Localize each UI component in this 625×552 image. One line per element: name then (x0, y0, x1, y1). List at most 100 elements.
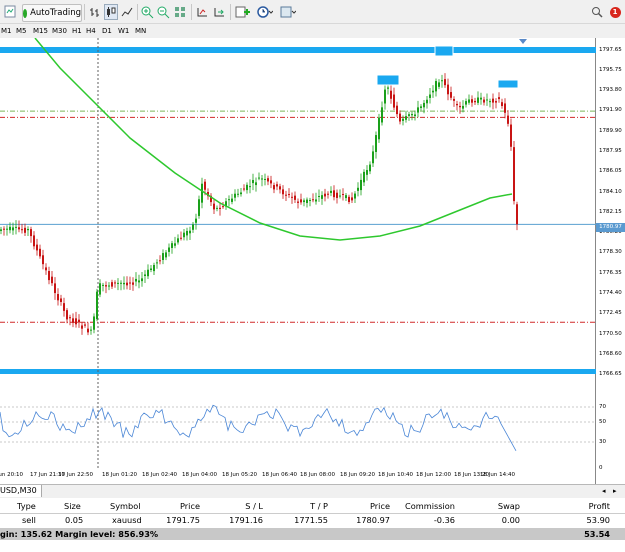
candle-body (282, 189, 284, 195)
candle-body (390, 90, 392, 99)
templates-icon[interactable] (279, 4, 297, 20)
tile-windows-icon[interactable] (173, 4, 187, 20)
time-tick-label: 18 Jun 02:40 (142, 472, 177, 478)
price-axis: 1797.65 1795.75 1793.80 1791.90 1789.90 1787.… (596, 38, 625, 484)
notification-icon[interactable]: 1 (609, 4, 621, 20)
candle-body (144, 274, 146, 277)
header-type[interactable]: Type (17, 501, 36, 512)
candle-body (354, 193, 356, 199)
auto-scroll-icon[interactable] (212, 4, 226, 20)
candle-body (360, 179, 362, 191)
candle-body (399, 113, 401, 122)
rsi-tick-label: 0 (599, 465, 603, 471)
candle-body (459, 105, 461, 108)
periods-icon[interactable] (256, 4, 274, 20)
zoom-out-icon[interactable] (156, 4, 170, 20)
candle-body (453, 98, 455, 101)
candle-body (81, 325, 83, 329)
timeframe-m1[interactable]: M1 (1, 26, 12, 36)
time-tick-label: 18 Jun 14:40 (480, 472, 515, 478)
header-symbol[interactable]: Symbol (110, 501, 141, 512)
header-current-price[interactable]: Price (340, 501, 390, 512)
header-price[interactable]: Price (150, 501, 200, 512)
header-tp[interactable]: T / P (280, 501, 328, 512)
candle-body (54, 283, 56, 294)
candle-body (21, 229, 23, 231)
candle-body (87, 328, 89, 333)
time-tick-label: 18 Jun 05:20 (222, 472, 257, 478)
header-size[interactable]: Size (64, 501, 81, 512)
candle-body (51, 276, 53, 284)
candle-body (228, 199, 230, 201)
header-swap[interactable]: Swap (480, 501, 520, 512)
candle-body (420, 106, 422, 108)
autotrading-button[interactable]: AutoTrading (22, 4, 82, 22)
order-row[interactable]: sell 0.05 xauusd 1791.75 1791.16 1771.55… (0, 515, 625, 526)
candle-body (402, 118, 404, 121)
rsi-tick-label: 50 (599, 419, 606, 425)
candle-body (165, 252, 167, 258)
candle-body (153, 264, 155, 272)
time-tick-label: 18 Jun 01:20 (102, 472, 137, 478)
candle-body (516, 204, 518, 225)
candle-body (291, 196, 293, 198)
candle-body (243, 188, 245, 190)
header-commission[interactable]: Commission (395, 501, 455, 512)
candle-body (18, 227, 20, 230)
candle-body (339, 195, 341, 197)
candle-body (126, 282, 128, 286)
candle-body (333, 190, 335, 198)
candle-body (369, 164, 371, 172)
header-sl[interactable]: S / L (215, 501, 263, 512)
new-chart-icon[interactable] (3, 4, 19, 20)
timeframe-h4[interactable]: H4 (86, 26, 96, 36)
candle-body (159, 260, 161, 262)
tab-scroll-left-icon[interactable]: ◂ (602, 487, 606, 495)
tab-scroll-right-icon[interactable]: ▸ (613, 487, 617, 495)
header-profit[interactable]: Profit (560, 501, 610, 512)
price-chart[interactable] (0, 38, 596, 484)
notification-count: 1 (609, 6, 621, 18)
timeframe-h1[interactable]: H1 (72, 26, 82, 36)
timeframe-mn[interactable]: MN (135, 26, 146, 36)
candlestick-icon[interactable] (104, 4, 118, 20)
indicators-icon[interactable] (234, 4, 252, 20)
candle-body (468, 99, 470, 103)
candle-body (252, 179, 254, 184)
candle-body (3, 228, 5, 230)
rsi-line (0, 404, 517, 451)
price-tick-label: 1782.15 (599, 209, 622, 215)
order-tp: 1771.55 (294, 515, 328, 525)
candle-body (501, 102, 503, 107)
candle-body (366, 170, 368, 175)
candle-body (63, 303, 65, 311)
line-chart-icon[interactable] (120, 4, 134, 20)
chart-tab-active[interactable]: USD,M30 (0, 485, 42, 497)
candle-body (123, 282, 125, 285)
candle-body (330, 190, 332, 193)
rsi-tick-label: 30 (599, 439, 606, 445)
chart-shift-icon[interactable] (195, 4, 209, 20)
candle-body (264, 178, 266, 180)
timeframe-d1[interactable]: D1 (102, 26, 112, 36)
candle-body (336, 192, 338, 198)
search-icon[interactable] (590, 4, 604, 20)
timeframe-w1[interactable]: W1 (118, 26, 129, 36)
candle-body (303, 200, 305, 203)
zoom-in-icon[interactable] (140, 4, 154, 20)
timeframe-m30[interactable]: M30 (52, 26, 67, 36)
candle-body (435, 81, 437, 92)
candle-body (348, 196, 350, 203)
candle-body (189, 230, 191, 234)
main-toolbar: AutoTrading 1 (0, 0, 625, 24)
time-tick-label: 18 Jun 06:40 (262, 472, 297, 478)
candle-body (138, 280, 140, 283)
candle-body (147, 269, 149, 277)
chart-shift-marker[interactable] (519, 39, 527, 44)
candle-body (441, 80, 443, 82)
candle-body (462, 105, 464, 109)
price-tick-label: 1791.90 (599, 107, 622, 114)
timeframe-m15[interactable]: M15 (33, 26, 48, 36)
bar-chart-icon[interactable] (88, 4, 102, 20)
timeframe-m5[interactable]: M5 (16, 26, 27, 36)
